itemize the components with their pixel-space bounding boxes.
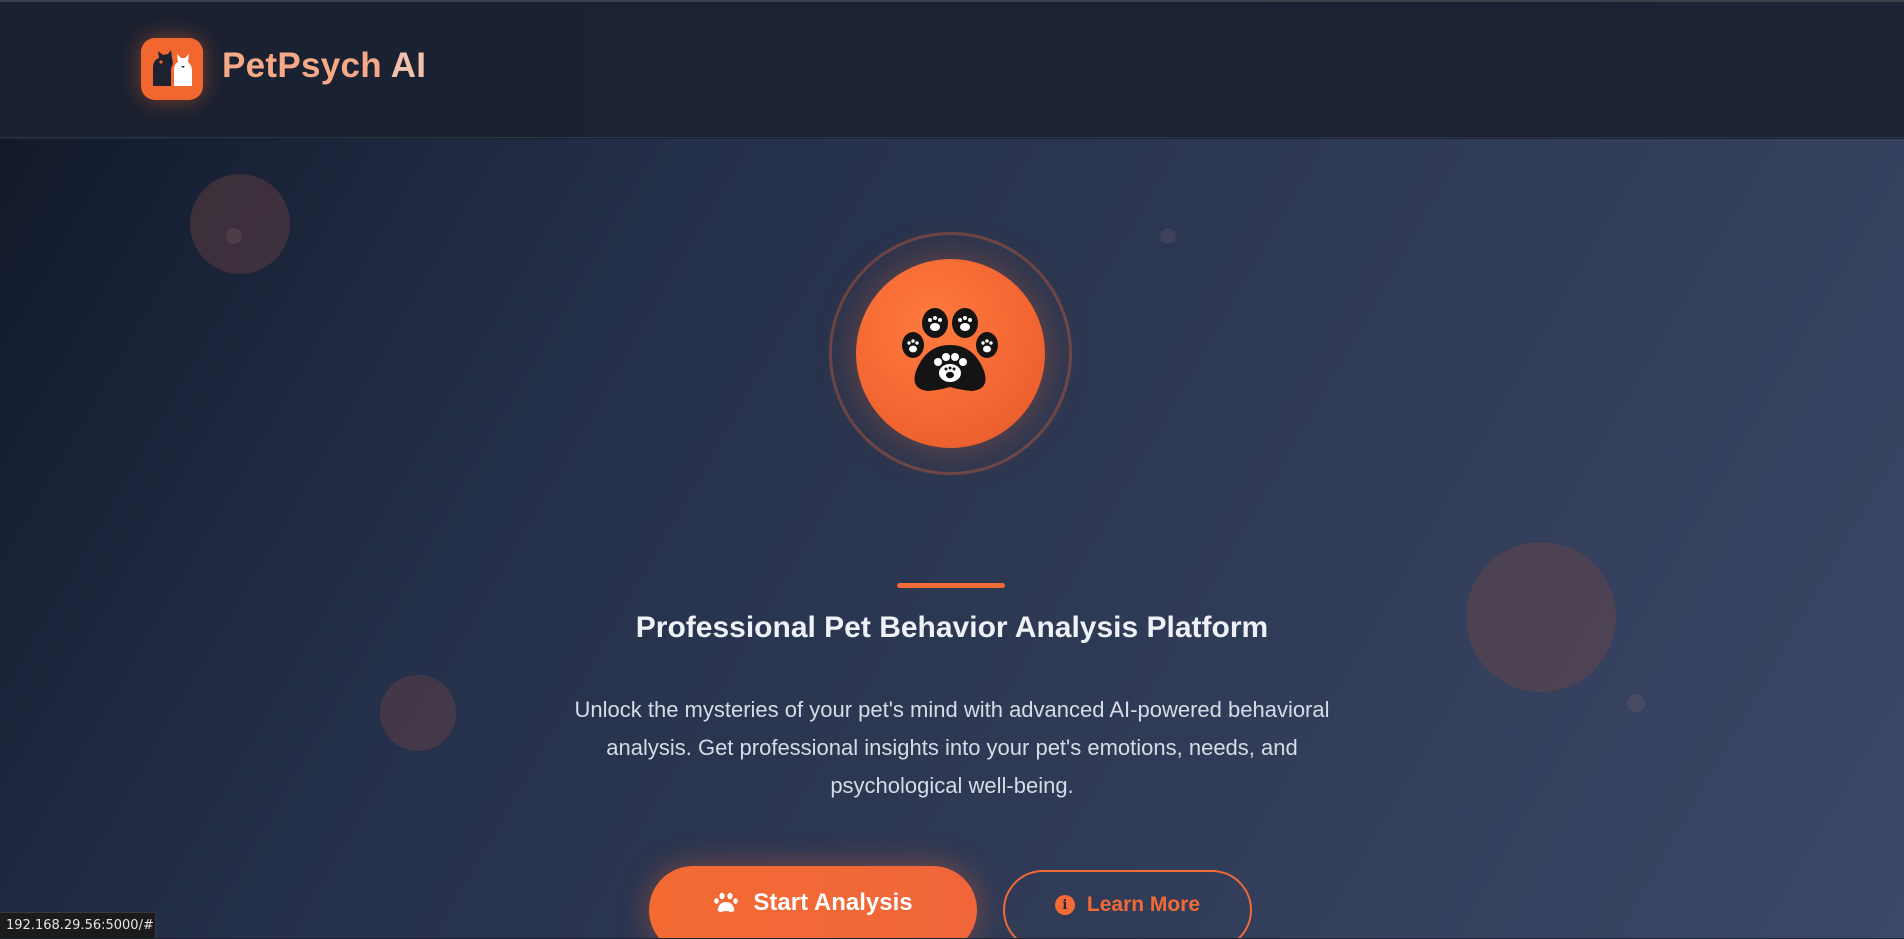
start-analysis-button[interactable]: Start Analysis — [649, 866, 977, 938]
info-circle-icon: i — [1054, 895, 1075, 915]
decor-dot — [1627, 694, 1645, 712]
brand-name-main: PetPsych — [222, 46, 391, 85]
hero-section: Professional Pet Behavior Analysis Platf… — [0, 139, 1904, 938]
brand-name-suffix: AI — [390, 46, 427, 85]
pets-logo-icon — [153, 50, 192, 86]
decor-dot — [226, 228, 242, 244]
hero-subtitle: Professional Pet Behavior Analysis Platf… — [635, 611, 1269, 644]
section-divider — [897, 583, 1005, 588]
decor-dot — [1160, 228, 1176, 244]
logo[interactable] — [141, 38, 203, 100]
start-analysis-label: Start Analysis — [753, 889, 913, 916]
learn-more-label: Learn More — [1086, 893, 1201, 916]
paw-print-icon — [902, 308, 998, 391]
decor-bubble — [190, 174, 290, 274]
brand-name[interactable]: PetPsych AI — [222, 46, 426, 86]
decor-bubble — [380, 675, 456, 751]
status-bar-url: 192.168.29.56:5000/# — [0, 912, 156, 938]
learn-more-button[interactable]: i Learn More — [1003, 870, 1252, 938]
paw-icon — [714, 892, 739, 912]
hero-emblem — [856, 259, 1045, 448]
hero-description: Unlock the mysteries of your pet's mind … — [574, 697, 1330, 798]
site-header: PetPsych AI — [0, 2, 1904, 138]
